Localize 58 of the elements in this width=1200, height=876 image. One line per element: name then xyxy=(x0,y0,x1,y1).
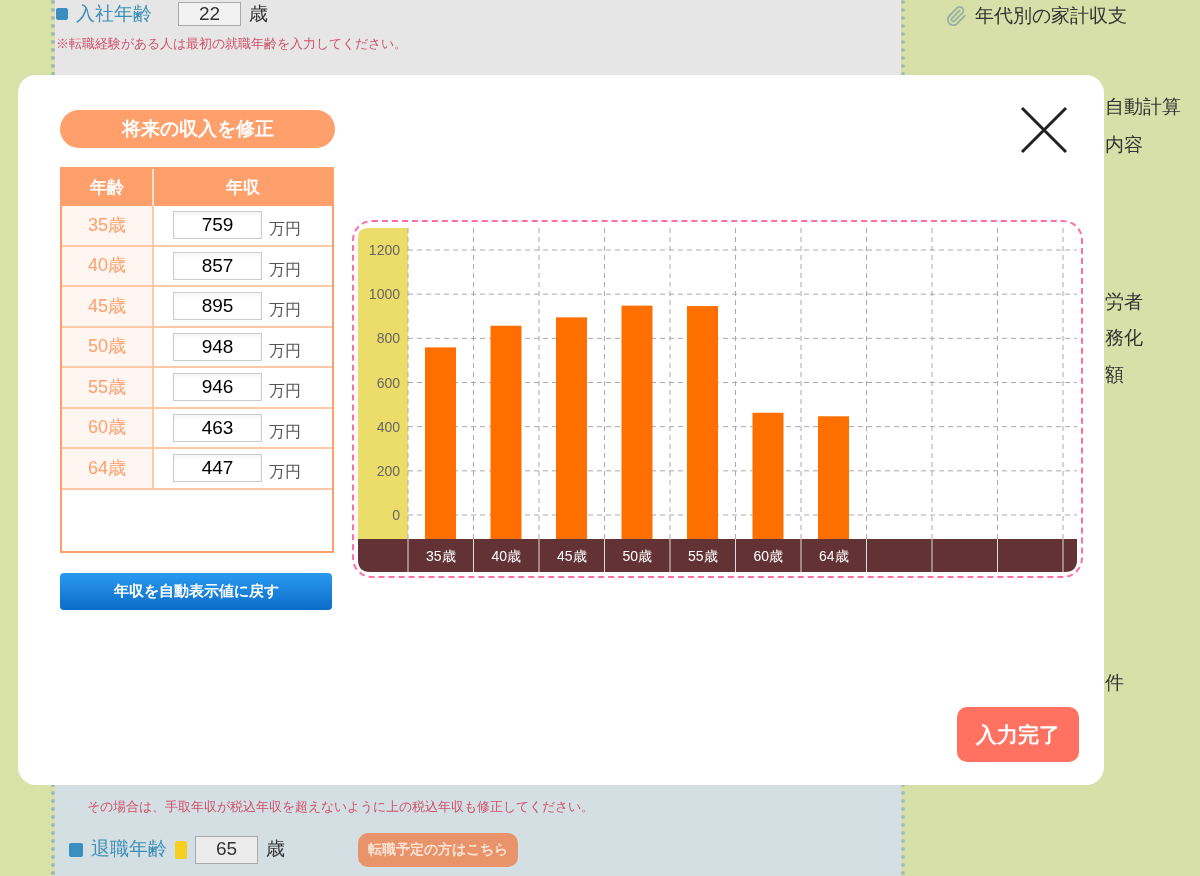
axis-tick-label: 400 xyxy=(376,418,400,435)
field-label: 入社年齢 xyxy=(76,2,152,26)
axis-tick-label: 600 xyxy=(376,374,400,391)
age-cell: 35歳 xyxy=(62,206,154,245)
income-input[interactable]: 946 xyxy=(173,373,262,402)
close-icon[interactable] xyxy=(1020,106,1068,154)
note-icon xyxy=(175,840,187,859)
income-input[interactable]: 759 xyxy=(173,211,262,240)
unit-label: 万円 xyxy=(269,219,301,240)
note-text: その場合は、手取年収が税込年収を超えないように上の税込年収も修正してください。 xyxy=(86,798,595,816)
axis-category-label: 40歳 xyxy=(491,548,522,564)
age-cell: 45歳 xyxy=(62,287,154,326)
reset-button[interactable]: 年収を自動表示値に戻す xyxy=(60,573,332,610)
sidebar-text: 内容 xyxy=(1104,133,1144,157)
unit-label: 万円 xyxy=(269,259,301,280)
axis-category-label: 50歳 xyxy=(622,548,653,564)
axis-tick-label: 0 xyxy=(392,507,400,523)
age-cell: 64歳 xyxy=(62,449,154,488)
unit-label: 万円 xyxy=(269,462,301,483)
column-header: 年収 xyxy=(225,176,261,199)
axis-category-label: 35歳 xyxy=(425,548,456,564)
axis-tick-label: 800 xyxy=(376,330,400,347)
age-cell: 40歳 xyxy=(62,246,154,285)
sidebar-text: 労者 xyxy=(1104,289,1144,314)
axis-category-label: 64歳 xyxy=(818,548,849,564)
age-cell: 55歳 xyxy=(62,368,154,407)
unit-label: 歳 xyxy=(249,2,268,26)
axis-tick-label: 1000 xyxy=(368,286,400,303)
axis-tick-label: 1200 xyxy=(368,242,400,258)
sidebar-text: 件 xyxy=(1104,671,1125,695)
axis-category-label: 45歳 xyxy=(556,548,587,564)
paperclip-icon xyxy=(945,5,967,28)
age-input[interactable]: 22 xyxy=(178,2,241,27)
sidebar-link[interactable]: 年代別の家計収支 xyxy=(975,2,1127,31)
income-input[interactable]: 463 xyxy=(173,413,262,442)
unit-label: 万円 xyxy=(269,340,301,361)
axis-category-label: 55歳 xyxy=(687,548,718,564)
income-input[interactable]: 857 xyxy=(173,251,262,280)
unit-label: 万円 xyxy=(269,300,301,321)
income-input[interactable]: 895 xyxy=(173,292,262,321)
square-icon xyxy=(56,8,68,21)
unit-label: 歳 xyxy=(266,837,285,862)
axis-tick-label: 200 xyxy=(376,462,400,479)
age-input[interactable]: 65 xyxy=(195,835,258,864)
income-input[interactable]: 948 xyxy=(173,332,262,361)
age-cell: 50歳 xyxy=(62,327,154,366)
sidebar-text: 額 xyxy=(1104,362,1125,387)
unit-label: 万円 xyxy=(269,421,301,442)
field-label: 退職年齢 xyxy=(91,837,167,862)
unit-label: 万円 xyxy=(269,381,301,402)
income-input[interactable]: 447 xyxy=(173,454,262,483)
note-text: ※転職経験がある人は最初の就職年齢を入力してください。 xyxy=(56,34,408,53)
section-title: 将来の収入を修正 xyxy=(60,110,335,148)
axis-category-label: 60歳 xyxy=(753,548,784,564)
sidebar-text: 自動計算 xyxy=(1104,94,1182,119)
sidebar-text: 務化 xyxy=(1104,326,1144,350)
square-icon xyxy=(69,842,83,857)
age-cell: 60歳 xyxy=(62,408,154,447)
